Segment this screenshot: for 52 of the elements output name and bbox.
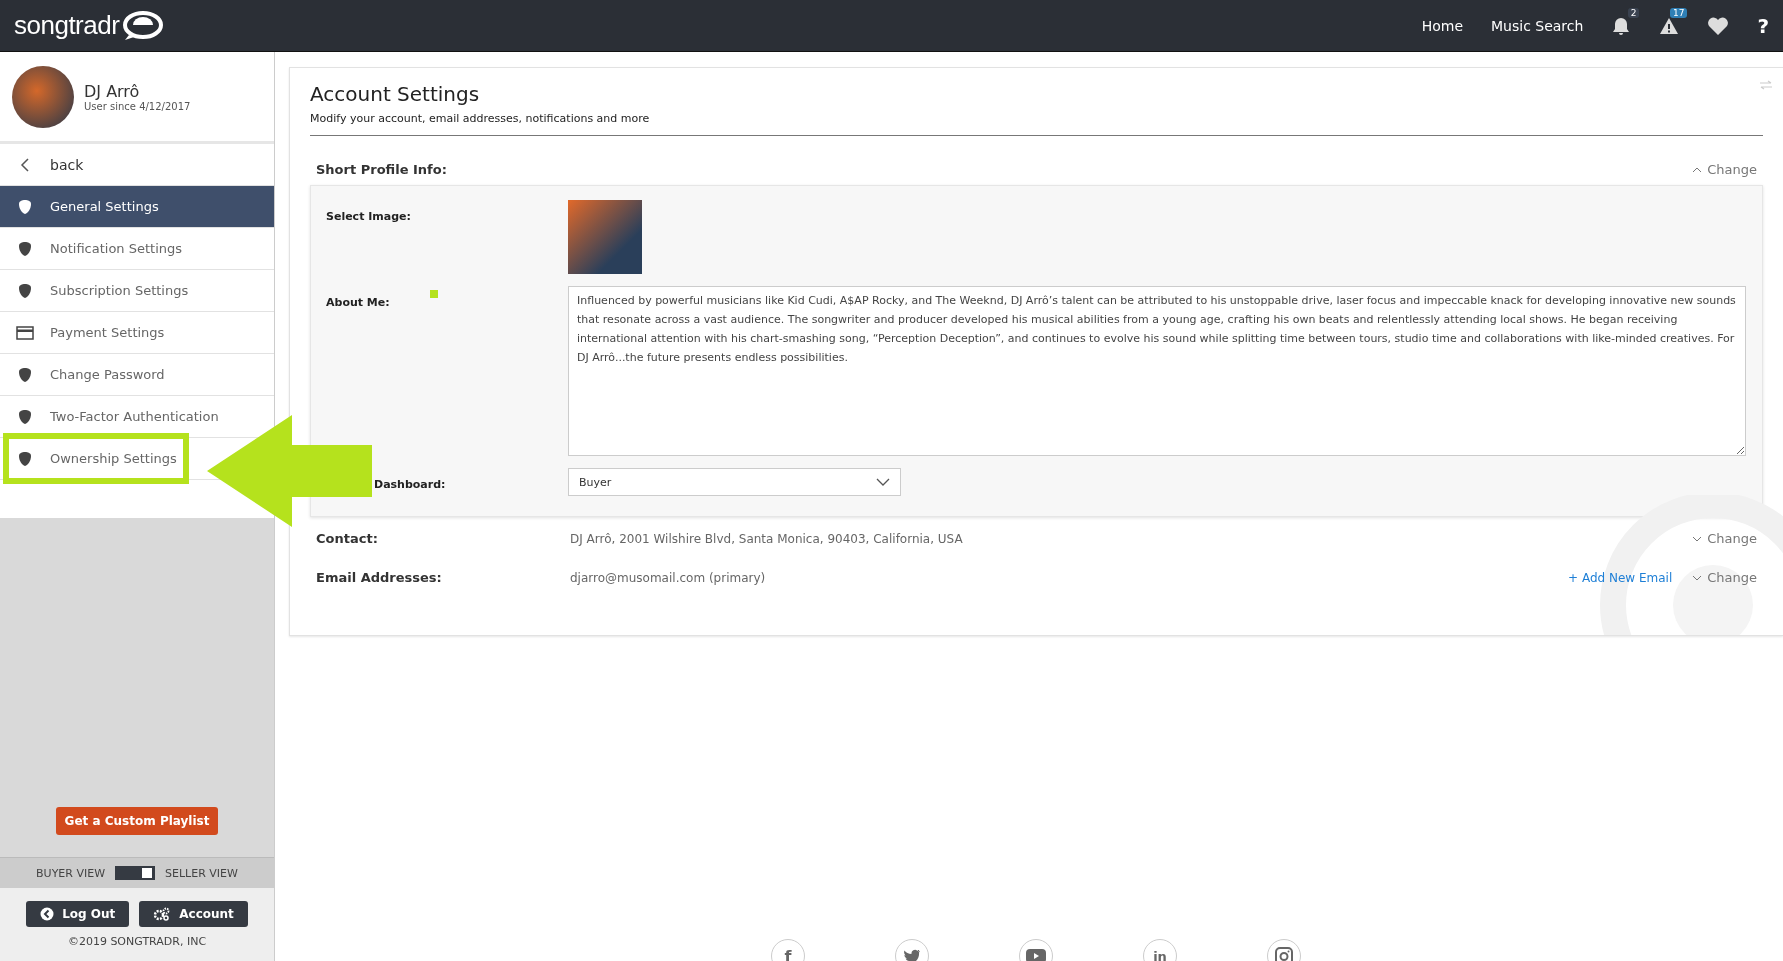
page-subtitle: Modify your account, email addresses, notifications and more (310, 112, 651, 125)
shield-icon (16, 198, 34, 215)
logo-icon (123, 10, 164, 41)
logout-button[interactable]: Log Out (26, 901, 130, 927)
dashboard-dropdown[interactable]: Buyer (568, 468, 901, 496)
nav-link[interactable]: Music Search (1491, 17, 1584, 34)
field-value: djarro@musomail.com (primary) (570, 570, 767, 585)
help-button[interactable]: ? (1757, 13, 1769, 38)
page-title: Account Settings (310, 82, 481, 106)
notification-count: 2 (1627, 7, 1640, 18)
section-label: Contact: (316, 531, 379, 546)
field-value: DJ Arrô, 2001 Wilshire Blvd, Santa Monica, 90403, California, USA (570, 531, 964, 546)
logo[interactable]: songtradr (14, 10, 120, 41)
sidebar-item[interactable]: Subscription Settings (0, 270, 274, 312)
field-label: Dashboard: (374, 477, 446, 491)
shield-icon (16, 408, 34, 425)
chevron-up-icon (1692, 166, 1703, 173)
custom-playlist-button[interactable]: Get a Custom Playlist (55, 807, 219, 835)
change-link[interactable]: Change (1692, 531, 1757, 546)
shield-icon (16, 282, 34, 299)
user-since: User since 4/12/2017 (84, 100, 191, 112)
alert-count: 17 (1669, 7, 1688, 18)
sidebar-item[interactable]: Notification Settings (0, 228, 274, 270)
section-label: Short Profile Info: (316, 162, 448, 177)
sidebar-item[interactable]: General Settings (0, 186, 274, 228)
gears-icon (153, 907, 172, 921)
account-button[interactable]: Account (139, 901, 248, 927)
user-name: DJ Arrô (84, 81, 141, 101)
view-toggle[interactable] (115, 866, 156, 880)
about-me-field[interactable]: Influenced by powerful musicians like Kid Cudi, A$AP Rocky, and The Weeknd, DJ Arrô’s talent can be attributed to his unstoppable drive, laser focus and impeccable knack for developing innovative new sounds that resonate across a vast audience. The songwriter and producer developed his musical abilities from a young age, crafting his own beats and relentlessly attending local shows. He began receiving international attention with his chart-smashing song, “Perception Deception”, and continues to evolve his sound while splitting time between tours, studio time and collaborations with like-minded creatives. For DJ Arrô...the future presents endless possibilities. (568, 286, 1746, 456)
change-link[interactable]: Change (1692, 162, 1757, 177)
chevron-down-icon (876, 478, 890, 486)
nav-link[interactable]: Home (1421, 17, 1463, 34)
field-label: Select Image: (326, 210, 411, 223)
add-email-link[interactable]: + Add New Email (1568, 570, 1673, 585)
shield-icon (16, 366, 34, 383)
shield-icon (16, 240, 34, 257)
credit-card-icon (16, 325, 34, 340)
heart-icon[interactable] (1707, 15, 1730, 36)
sidebar-item[interactable]: Payment Settings (0, 312, 274, 354)
chevron-down-icon (1692, 535, 1703, 542)
seller-view-label: SELLER VIEW (165, 866, 238, 880)
field-label: About Me: (326, 296, 390, 309)
bell-icon[interactable] (1611, 15, 1632, 36)
shield-icon (16, 450, 34, 467)
section-label: Email Addresses: (316, 570, 443, 585)
copyright: ©2019 SONGTRADR, INC (67, 935, 207, 948)
buyer-view-label: BUYER VIEW (36, 866, 106, 880)
marker-square (430, 290, 438, 298)
arrow-left-circle-icon (40, 907, 55, 921)
photo-placeholder[interactable] (568, 200, 642, 274)
sidebar-item[interactable]: Change Password (0, 354, 274, 396)
